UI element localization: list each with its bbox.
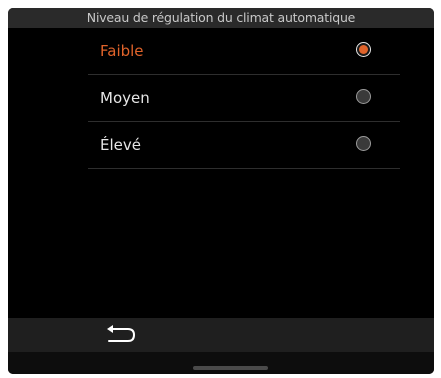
back-arrow-icon (107, 325, 136, 342)
option-label: Moyen (100, 89, 150, 107)
option-label: Faible (100, 42, 144, 60)
option-faible[interactable]: Faible (88, 28, 400, 75)
bottom-bar (8, 318, 434, 352)
radio-selected-icon[interactable] (356, 42, 371, 57)
climate-settings-screen: Niveau de régulation du climat automatiq… (8, 8, 434, 374)
back-button[interactable] (98, 322, 138, 348)
radio-unselected-icon[interactable] (356, 136, 371, 151)
radio-unselected-icon[interactable] (356, 89, 371, 104)
option-moyen[interactable]: Moyen (88, 75, 400, 122)
home-indicator[interactable] (193, 366, 268, 370)
page-title: Niveau de régulation du climat automatiq… (8, 8, 434, 28)
navigation-strip (8, 352, 434, 374)
option-eleve[interactable]: Élevé (88, 122, 400, 169)
option-label: Élevé (100, 136, 141, 154)
